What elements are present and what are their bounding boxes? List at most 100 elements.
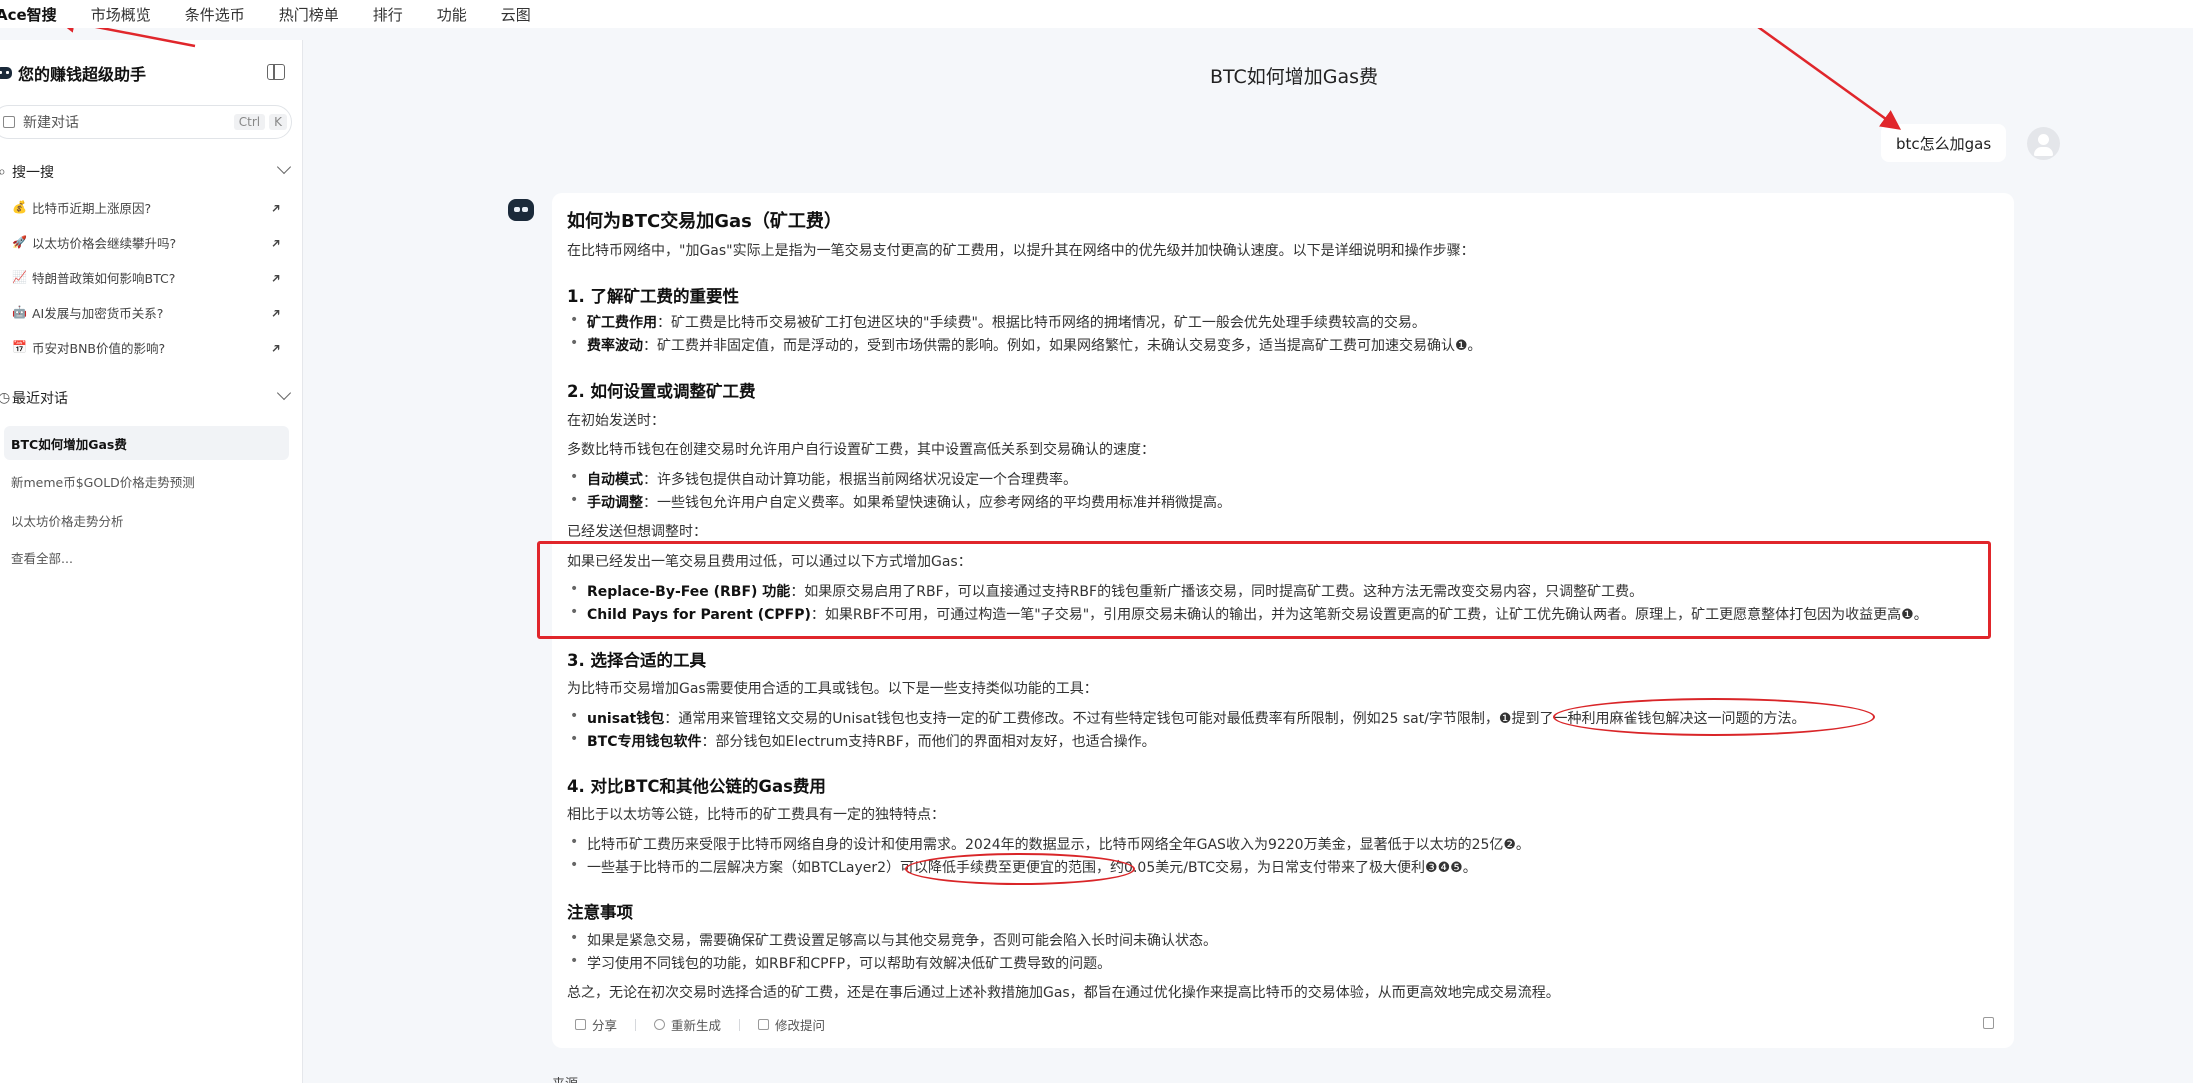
paragraph: 在初始发送时： [567,413,665,429]
arrow-up-right-icon: ➔ [267,269,285,287]
chevron-down-icon [276,385,292,401]
hot-question-item[interactable]: 📅 币安对BNB价值的影响? ➔ [0,334,303,360]
share-icon [575,1019,586,1030]
desc: ：部分钱包如Electrum支持RBF，而他们的界面相对友好，也适合操作。 [701,734,1156,750]
hot-question-item[interactable]: 📈 特朗普政策如何影响BTC? ➔ [0,264,303,290]
annotation-arrow-user [1739,12,1902,130]
sidebar-toggle-icon[interactable] [267,64,285,80]
share-label: 分享 [592,1018,618,1033]
chevron-down-icon [276,159,292,175]
robot-icon: 🤖 [12,305,27,319]
new-chat-label: 新建对话 [23,115,79,131]
shortcut-ctrl: Ctrl [233,114,266,130]
nav-cloud-map[interactable]: 云图 [501,4,531,25]
highlight-ellipse [1553,698,1875,736]
hot-question-label: 比特币近期上涨原因? [32,200,152,216]
top-nav: Ace智搜 市场概览 条件选币 热门榜单 排行 功能 云图 [0,0,2193,28]
term: 自动模式 [587,472,643,488]
assistant-title: 您的赚钱超级助手 [18,65,147,84]
assistant-logo-icon [0,67,12,79]
sidebar: 您的赚钱超级助手 新建对话 Ctrl K ⌕ 搜一搜 💰 比特币近期上涨原因? … [0,40,303,1083]
list-item: 自动模式：许多钱包提供自动计算功能，根据当前网络状况设定一个合理费率。 [567,469,1077,489]
edit-label: 修改提问 [775,1018,826,1033]
money-bag-icon: 💰 [12,200,27,214]
search-section-label: 搜一搜 [12,165,54,181]
regenerate-button[interactable]: 重新生成 [654,1015,721,1034]
paragraph: 多数比特币钱包在创建交易时允许用户自行设置矿工费，其中设置高低关系到交易确认的速… [567,442,1155,458]
recent-chat-item[interactable]: BTC如何增加Gas费 [4,426,289,460]
hot-question-item[interactable]: 🤖 AI发展与加密货币关系? ➔ [0,299,303,325]
section-title: 4. 对比BTC和其他公链的Gas费用 [567,777,826,796]
regenerate-label: 重新生成 [671,1018,722,1033]
share-button[interactable]: 分享 [575,1015,617,1034]
recent-chat-label: 新meme币$GOLD价格走势预测 [11,474,195,490]
edit-icon [758,1019,770,1030]
search-section-header[interactable]: ⌕ 搜一搜 [0,159,303,184]
conclusion: 总之，无论在初次交易时选择合适的矿工费，还是在事后通过上述补救措施加Gas，都旨… [567,985,1560,1001]
chart-icon: 📈 [12,270,27,284]
hot-question-label: 特朗普政策如何影响BTC? [32,270,176,286]
recent-chat-label: BTC如何增加Gas费 [11,436,127,452]
recent-section-label: 最近对话 [12,391,68,407]
term: unisat钱包 [587,711,665,727]
arrow-up-right-icon: ➔ [267,339,285,357]
term: 费率波动 [587,338,643,354]
list-item: BTC专用钱包软件：部分钱包如Electrum支持RBF，而他们的界面相对友好，… [567,731,1156,751]
hot-question-label: 以太坊价格会继续攀升吗? [32,235,177,251]
list-item: 费率波动：矿工费并非固定值，而是浮动的，受到市场供需的影响。例如，如果网络繁忙，… [567,335,1482,355]
highlight-ellipse [905,853,1135,885]
desc: ：许多钱包提供自动计算功能，根据当前网络状况设定一个合理费率。 [643,472,1077,488]
chat-title: BTC如何增加Gas费 [1210,66,1379,88]
term: BTC专用钱包软件 [587,734,702,750]
divider [635,1018,637,1031]
list-item: 如果是紧急交易，需要确保矿工费设置足够高以与其他交易竞争，否则可能会陷入长时间未… [567,930,1217,950]
copy-icon[interactable] [1983,1017,1994,1029]
clock-icon: ◷ [0,390,11,406]
nav-ace-search[interactable]: Ace智搜 [0,4,57,25]
list-item: 学习使用不同钱包的功能，如RBF和CPFP，可以帮助有效解决低矿工费导致的问题。 [567,953,1111,973]
user-message: btc怎么加gas [1881,124,2007,162]
paragraph: 为比特币交易增加Gas需要使用合适的工具或钱包。以下是一些支持类似功能的工具： [567,681,1098,697]
answer-intro: 在比特币网络中，"加Gas"实际上是指为一笔交易支付更高的矿工费用，以提升其在网… [567,243,1475,259]
hot-question-label: AI发展与加密货币关系? [32,305,164,321]
hot-question-label: 币安对BNB价值的影响? [32,340,166,356]
nav-market-overview[interactable]: 市场概览 [91,4,151,25]
hot-question-item[interactable]: 💰 比特币近期上涨原因? ➔ [0,194,303,220]
user-message-text: btc怎么加gas [1896,134,1992,153]
hot-question-item[interactable]: 🚀 以太坊价格会继续攀升吗? ➔ [0,229,303,255]
user-avatar[interactable] [2027,127,2060,160]
list-item: 比特币矿工费历来受限于比特币网络自身的设计和使用需求。2024年的数据显示，比特… [567,834,1530,854]
desc: 学习使用不同钱包的功能，如RBF和CPFP，可以帮助有效解决低矿工费导致的问题。 [587,956,1112,972]
bot-avatar-icon [508,199,534,221]
recent-chat-item[interactable]: 新meme币$GOLD价格走势预测 [4,464,289,498]
edit-question-button[interactable]: 修改提问 [758,1015,825,1034]
answer-heading: 如何为BTC交易加Gas（矿工费） [567,211,842,232]
nav-hot-list[interactable]: 热门榜单 [279,4,339,25]
divider [739,1018,741,1031]
view-all-link[interactable]: 查看全部... [4,540,289,574]
nav-features[interactable]: 功能 [437,4,467,25]
desc: 比特币矿工费历来受限于比特币网络自身的设计和使用需求。2024年的数据显示，比特… [587,837,1530,853]
arrow-up-right-icon: ➔ [267,304,285,322]
paragraph: 相比于以太坊等公链，比特币的矿工费具有一定的独特特点： [567,807,945,823]
nav-ranking[interactable]: 排行 [373,4,403,25]
section-title: 注意事项 [567,903,633,922]
answer-actions: 分享 重新生成 修改提问 [575,1015,843,1034]
desc: ：矿工费是比特币交易被矿工打包进区块的"手续费"。根据比特币网络的拥堵情况，矿工… [657,315,1426,331]
section-title: 1. 了解矿工费的重要性 [567,287,739,306]
desc: 如果是紧急交易，需要确保矿工费设置足够高以与其他交易竞争，否则可能会陷入长时间未… [587,933,1217,949]
recent-chat-item[interactable]: 以太坊价格走势分析 [4,503,289,537]
recent-section-header[interactable]: ◷ 最近对话 [0,385,303,410]
new-chat-button[interactable]: 新建对话 Ctrl K [0,105,292,139]
list-item: 手动调整：一些钱包允许用户自定义费率。如果希望快速确认，应参考网络的平均费用标准… [567,492,1231,512]
section-title: 2. 如何设置或调整矿工费 [567,382,756,401]
recent-chat-label: 以太坊价格走势分析 [11,513,124,529]
section-title: 3. 选择合适的工具 [567,651,706,670]
arrow-up-right-icon: ➔ [267,234,285,252]
desc: ：一些钱包允许用户自定义费率。如果希望快速确认，应参考网络的平均费用标准并稍微提… [643,495,1231,511]
list-item: 矿工费作用：矿工费是比特币交易被矿工打包进区块的"手续费"。根据比特币网络的拥堵… [567,312,1426,332]
edit-icon [3,116,15,128]
highlight-box [537,541,1991,639]
nav-coin-screener[interactable]: 条件选币 [185,4,245,25]
arrow-up-right-icon: ➔ [267,199,285,217]
